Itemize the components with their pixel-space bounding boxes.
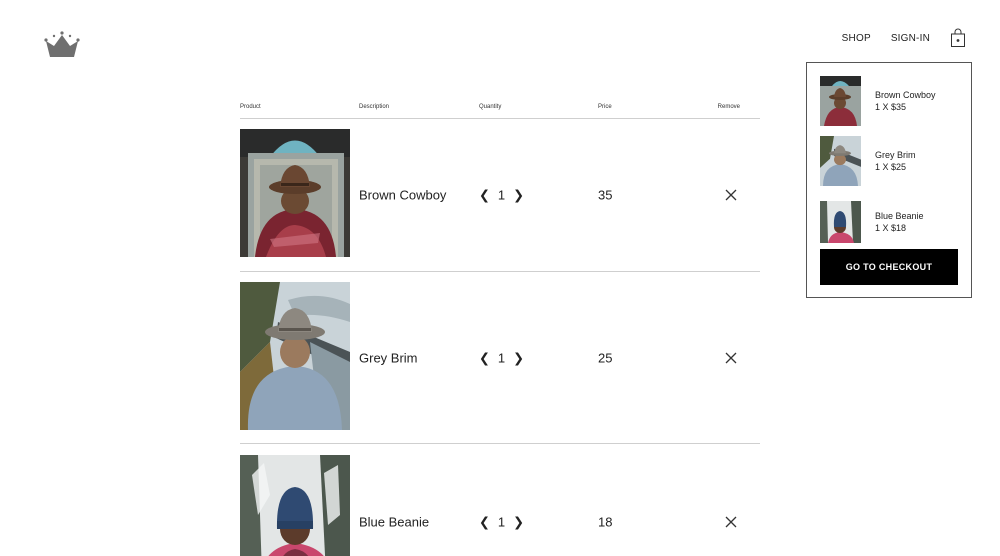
chevron-left-icon[interactable]: ❮ (479, 516, 490, 529)
cart-dropdown: Brown Cowboy 1 X $35 Grey Brim 1 X $25 B… (806, 62, 972, 298)
chevron-left-icon[interactable]: ❮ (479, 189, 490, 202)
product-price: 18 (598, 514, 613, 530)
product-price: 25 (598, 350, 613, 366)
column-header-quantity: Quantity (479, 104, 502, 110)
chevron-right-icon[interactable]: ❯ (513, 189, 524, 202)
cart-item-text: Brown Cowboy 1 X $35 (875, 89, 936, 113)
cart-item-text: Blue Beanie 1 X $18 (875, 210, 924, 234)
cart-item-image (820, 76, 861, 126)
product-name: Grey Brim (359, 350, 418, 366)
chevron-left-icon[interactable]: ❮ (479, 352, 490, 365)
product-image-brown-cowboy (240, 129, 350, 257)
cart-item-quantity-price: 1 X $25 (875, 162, 907, 172)
close-icon[interactable] (724, 351, 738, 365)
cart-item-text: Grey Brim 1 X $25 (875, 149, 916, 173)
cart-dropdown-item: Brown Cowboy 1 X $35 (820, 76, 965, 126)
cart-item-name: Brown Cowboy (875, 90, 936, 100)
quantity-stepper: ❮ 1 ❯ (479, 515, 524, 530)
cart-table-header: Product Description Quantity Price Remov… (240, 100, 760, 119)
quantity-value: 1 (497, 187, 506, 203)
go-to-checkout-button[interactable]: GO TO CHECKOUT (820, 249, 958, 285)
cart-item-name: Blue Beanie (875, 211, 924, 221)
top-nav: SHOP SIGN-IN (842, 28, 966, 48)
table-row: Brown Cowboy ❮ 1 ❯ 35 (240, 119, 760, 272)
cart-item-quantity-price: 1 X $35 (875, 102, 907, 112)
cart-item-image (820, 201, 861, 243)
nav-shop-link[interactable]: SHOP (842, 33, 871, 44)
cart-item-name: Grey Brim (875, 150, 916, 160)
close-icon[interactable] (724, 515, 738, 529)
product-name: Brown Cowboy (359, 187, 447, 203)
checkout-page: SHOP SIGN-IN Product Description Quantit… (0, 0, 1000, 556)
product-image-grey-brim (240, 282, 350, 430)
quantity-stepper: ❮ 1 ❯ (479, 351, 524, 366)
column-header-remove: Remove (717, 104, 740, 110)
column-header-product: Product (240, 104, 261, 110)
quantity-value: 1 (497, 350, 506, 366)
column-header-description: Description (359, 104, 390, 110)
cart-item-quantity-price: 1 X $18 (875, 223, 907, 233)
cart-dropdown-item: Grey Brim 1 X $25 (820, 136, 965, 186)
product-price: 35 (598, 187, 613, 203)
table-row: Blue Beanie ❮ 1 ❯ 18 (240, 444, 760, 556)
product-image-blue-beanie (240, 455, 350, 556)
cart-table: Product Description Quantity Price Remov… (240, 100, 760, 556)
crown-icon[interactable] (44, 30, 80, 60)
table-row: Grey Brim ❮ 1 ❯ 25 (240, 272, 760, 444)
nav-signin-link[interactable]: SIGN-IN (891, 33, 930, 44)
shopping-bag-icon[interactable] (950, 28, 966, 48)
quantity-stepper: ❮ 1 ❯ (479, 188, 524, 203)
chevron-right-icon[interactable]: ❯ (513, 516, 524, 529)
column-header-price: Price (598, 104, 612, 110)
product-name: Blue Beanie (359, 514, 430, 530)
cart-dropdown-item: Blue Beanie 1 X $18 (820, 201, 965, 243)
cart-item-image (820, 136, 861, 186)
close-icon[interactable] (724, 188, 738, 202)
chevron-right-icon[interactable]: ❯ (513, 352, 524, 365)
quantity-value: 1 (497, 514, 506, 530)
